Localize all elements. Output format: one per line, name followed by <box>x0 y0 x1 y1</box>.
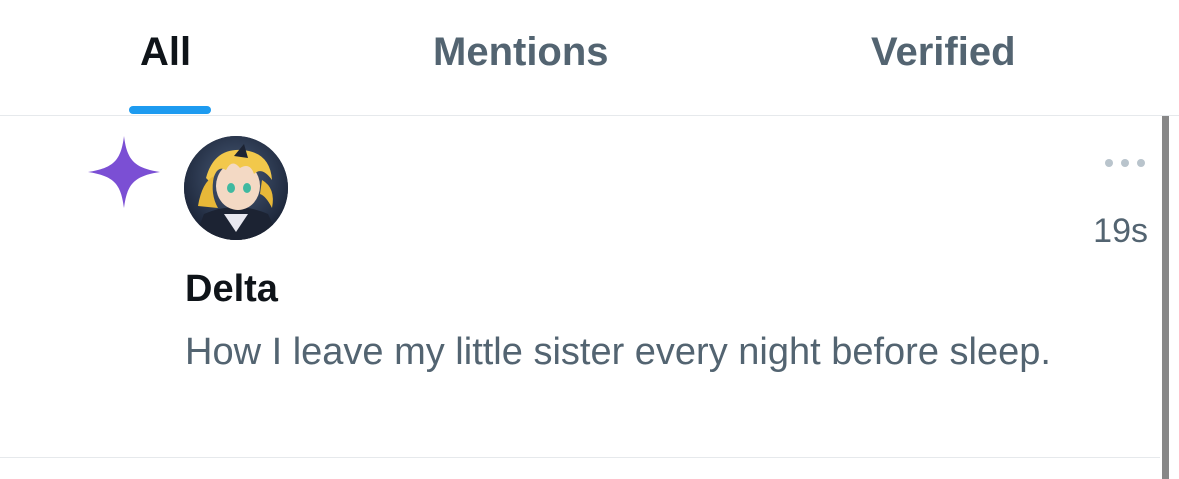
sparkle-icon <box>88 136 160 208</box>
avatar[interactable] <box>184 136 288 240</box>
user-name[interactable]: Delta <box>185 268 278 311</box>
row-divider <box>0 457 1160 458</box>
notifications-tab-bar: All Mentions Verified <box>0 0 1179 116</box>
tab-mentions[interactable]: Mentions <box>433 22 609 82</box>
more-horizontal-icon[interactable] <box>1100 150 1150 176</box>
notification-item[interactable] <box>0 116 1160 457</box>
tab-all[interactable]: All <box>140 22 191 82</box>
active-tab-indicator <box>129 106 211 114</box>
scrollbar[interactable] <box>1160 116 1179 479</box>
timestamp: 19s <box>1093 212 1148 250</box>
scrollbar-thumb[interactable] <box>1162 116 1169 479</box>
tab-verified[interactable]: Verified <box>871 22 1016 82</box>
notification-text: How I leave my little sister every night… <box>185 331 1051 373</box>
